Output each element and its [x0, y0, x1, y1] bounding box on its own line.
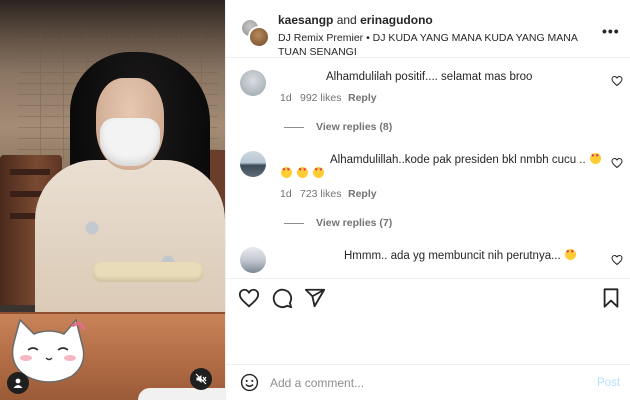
comment-3-text: Hmmm.. ada yg membuncit nih perutnya... [344, 250, 561, 262]
add-comment-input[interactable] [270, 371, 570, 395]
add-comment-bar: Post [226, 364, 630, 400]
dress-belt [92, 262, 204, 282]
comment-2-time: 1d [280, 188, 292, 200]
commenter-avatar-1[interactable] [240, 70, 266, 96]
mute-button[interactable] [190, 368, 212, 390]
post-comment-button[interactable]: Post [597, 377, 620, 389]
commenter-avatar-3[interactable] [240, 247, 266, 273]
audio-label[interactable]: DJ Remix Premier • DJ KUDA YANG MANA KUD… [278, 31, 578, 59]
commenter-avatar-2[interactable] [240, 151, 266, 177]
comment-2-reply-button[interactable]: Reply [348, 188, 377, 200]
author-avatar-2[interactable] [248, 26, 270, 48]
heart-icon[interactable] [238, 287, 260, 309]
comment-1-view-replies[interactable]: View replies (8) [316, 121, 392, 133]
comment-2-emoji-line [280, 167, 325, 180]
comment-1-text: Alhamdulilah positif.... selamat mas bro… [326, 71, 533, 83]
user-icon [13, 378, 23, 388]
comment-2-like-heart-icon[interactable] [611, 157, 623, 169]
authors-joiner: and [336, 13, 357, 27]
comment-2-view-replies[interactable]: View replies (7) [316, 217, 392, 229]
heart-eyes-emoji-icon [589, 153, 601, 164]
comment-2-replies-line [284, 223, 304, 224]
heart-eyes-emoji-icon [313, 167, 325, 178]
comment-1-time: 1d [280, 92, 292, 104]
comment-2-text-line: Alhamdulillah..kode pak presiden bkl nmb… [330, 153, 602, 166]
comment-1-likes[interactable]: 992 likes [300, 92, 341, 104]
post-header: kaesangp and erinagudono DJ Remix Premie… [226, 0, 630, 58]
more-options-button[interactable]: ••• [602, 23, 620, 39]
comment-1-like-heart-icon[interactable] [611, 75, 623, 87]
author-2-link[interactable]: erinagudono [360, 13, 433, 27]
comment-2-likes[interactable]: 723 likes [300, 188, 341, 200]
heart-eyes-emoji-icon [281, 167, 292, 178]
comment-1-replies-line [284, 127, 304, 128]
bookmark-icon[interactable] [600, 287, 622, 309]
author-1-link[interactable]: kaesangp [278, 13, 333, 27]
comment-1-reply-button[interactable]: Reply [348, 92, 377, 104]
tagged-users-button[interactable] [7, 372, 29, 394]
post-media[interactable] [0, 0, 225, 400]
comment-2-text: Alhamdulillah..kode pak presiden bkl nmb… [330, 154, 586, 166]
comment-3-text-line: Hmmm.. ada yg membuncit nih perutnya... [344, 249, 577, 262]
post-sidebar: kaesangp and erinagudono DJ Remix Premie… [225, 0, 630, 400]
post-authors: kaesangp and erinagudono [278, 13, 433, 27]
emoji-icon[interactable] [240, 373, 259, 392]
post-actions [226, 278, 630, 318]
comment-3-like-heart-icon[interactable] [611, 254, 623, 266]
heart-eyes-emoji-icon [564, 249, 576, 260]
face-mask [100, 118, 160, 166]
heart-eyes-emoji-icon [297, 167, 309, 178]
comment-icon[interactable] [271, 287, 293, 309]
person-dress [35, 160, 225, 330]
plate-edge [138, 388, 225, 400]
mute-icon [195, 373, 207, 385]
share-icon[interactable] [304, 287, 326, 309]
